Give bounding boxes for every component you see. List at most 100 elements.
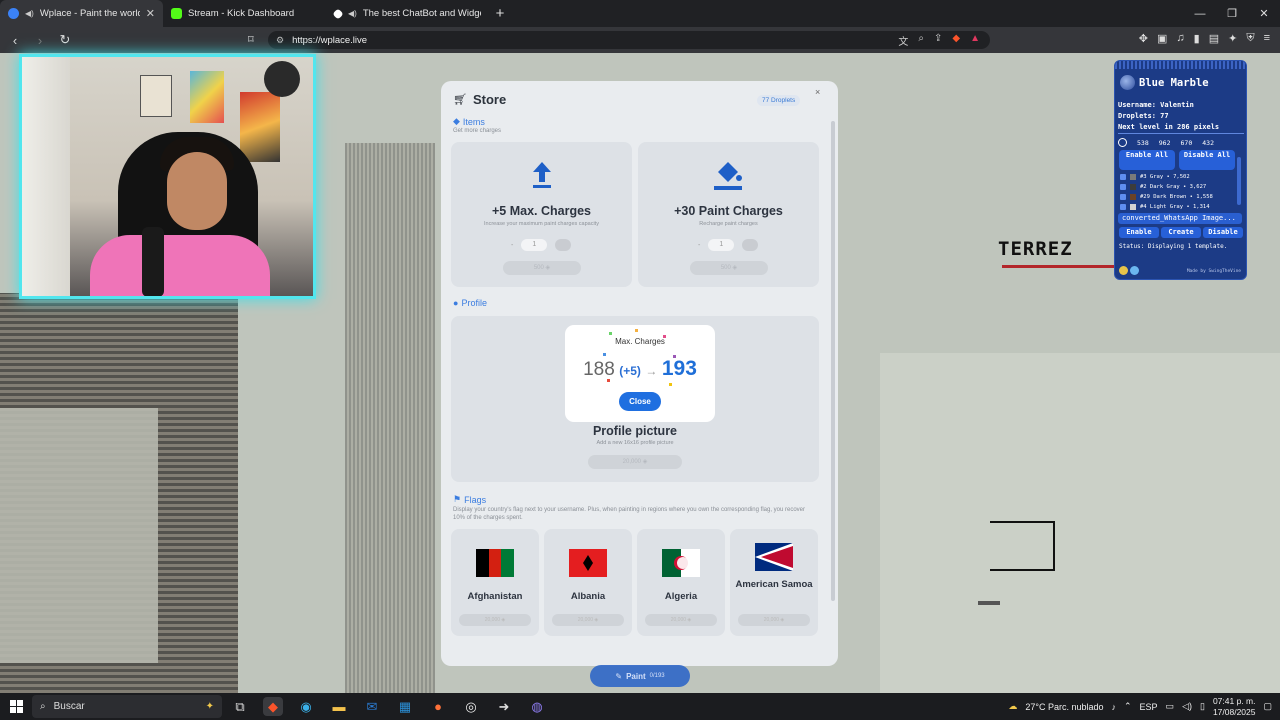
- minimize-panel-icon[interactable]: [1119, 266, 1128, 275]
- coord-pixel-x[interactable]: 670: [1181, 139, 1193, 147]
- obs-icon[interactable]: ◎: [461, 697, 481, 716]
- new-tab-button[interactable]: +: [489, 3, 511, 25]
- brave-shield-icon[interactable]: ◆: [952, 33, 960, 48]
- restore-icon[interactable]: ❐: [1216, 0, 1248, 27]
- firefox-icon[interactable]: ●: [428, 697, 448, 716]
- color-row[interactable]: #29 Dark Brown • 1,558: [1120, 194, 1213, 200]
- store-close-icon[interactable]: ×: [815, 87, 820, 97]
- translate-icon[interactable]: 文: [898, 33, 908, 48]
- close-tab-icon[interactable]: ✕: [146, 7, 155, 20]
- coord-tile-y[interactable]: 962: [1159, 139, 1171, 147]
- enable-all-button[interactable]: Enable All: [1119, 150, 1175, 170]
- minimize-icon[interactable]: —: [1184, 0, 1216, 27]
- bm-create-button[interactable]: Create: [1161, 227, 1201, 238]
- notifications-icon[interactable]: ▢: [1263, 701, 1272, 712]
- leo-icon[interactable]: ✦: [1228, 32, 1237, 45]
- tray-chevron-icon[interactable]: ⌃: [1124, 701, 1132, 712]
- outlook-icon[interactable]: ✉: [362, 697, 382, 716]
- color-list-scrollbar[interactable]: [1237, 157, 1241, 205]
- mic-icon[interactable]: ♪: [1111, 702, 1116, 712]
- coord-tile-x[interactable]: 538: [1137, 139, 1149, 147]
- qty-value[interactable]: 1: [521, 239, 548, 251]
- weather-icon[interactable]: ☁: [1008, 701, 1017, 712]
- checkbox[interactable]: [1120, 204, 1126, 210]
- tab-wplace[interactable]: ◀) Wplace - Paint the world ✕: [0, 0, 163, 27]
- webcam-poster: [240, 92, 280, 162]
- brave-browser-icon[interactable]: ◆: [263, 697, 283, 716]
- speaker-icon[interactable]: ◀): [348, 9, 357, 18]
- screenshot-icon[interactable]: ▣: [1157, 32, 1167, 45]
- site-info-icon[interactable]: ⚙: [276, 35, 284, 46]
- url-bar[interactable]: ⚙ https://wplace.live 文 ⌕ ⇪ ◆ ▲: [268, 31, 990, 49]
- color-row[interactable]: #3 Gray • 7,502: [1120, 174, 1190, 180]
- buy-flag-button[interactable]: 20,000 ◈: [552, 614, 624, 626]
- brave-rewards-icon[interactable]: ▲: [970, 33, 980, 48]
- clock[interactable]: 07:41 p. m. 17/08/2025: [1213, 696, 1256, 718]
- plus-button[interactable]: [742, 239, 759, 251]
- reload-icon[interactable]: ↻: [55, 30, 75, 50]
- droplets-badge: 77 Droplets: [757, 95, 801, 106]
- disable-all-button[interactable]: Disable All: [1179, 150, 1235, 170]
- clock-date: 17/08/2025: [1212, 706, 1256, 717]
- paint-charges-stepper[interactable]: - 1: [698, 239, 759, 251]
- popup-close-button[interactable]: Close: [619, 392, 661, 411]
- taskbar-search[interactable]: ⌕ Buscar ✦: [32, 695, 222, 718]
- template-file-input[interactable]: converted_WhatsApp Image...: [1118, 213, 1242, 224]
- zoom-icon[interactable]: ⌕: [918, 33, 924, 48]
- qty-value[interactable]: 1: [708, 239, 735, 251]
- back-icon[interactable]: ‹: [5, 30, 25, 50]
- language-indicator[interactable]: ESP: [1140, 702, 1158, 712]
- speaker-icon[interactable]: ◀): [25, 9, 34, 18]
- buy-flag-button[interactable]: 20,000 ◈: [459, 614, 531, 626]
- coord-pixel-y[interactable]: 432: [1202, 139, 1214, 147]
- panel-drag-bar[interactable]: [1115, 61, 1246, 69]
- checkbox[interactable]: [1120, 174, 1126, 180]
- window-close-icon[interactable]: ✕: [1248, 0, 1280, 27]
- checkbox[interactable]: [1120, 184, 1126, 190]
- minus-icon[interactable]: -: [698, 242, 700, 249]
- buy-flag-button[interactable]: 20,000 ◈: [738, 614, 810, 626]
- buy-profile-picture-button[interactable]: 20,000 ◈: [588, 455, 682, 469]
- person-icon: ●: [453, 298, 459, 308]
- file-explorer-icon[interactable]: ▬: [329, 697, 349, 716]
- max-charges-stepper[interactable]: - 1: [511, 239, 572, 251]
- bm-disable-button[interactable]: Disable: [1203, 227, 1243, 238]
- wallet-icon[interactable]: ▤: [1209, 32, 1219, 45]
- bookmark-icon[interactable]: ⌑: [248, 33, 254, 46]
- scrollbar[interactable]: [831, 121, 835, 601]
- app-arrow-icon[interactable]: ➜: [494, 697, 514, 716]
- color-row[interactable]: #2 Dark Gray • 3,627: [1120, 184, 1206, 190]
- color-row[interactable]: #4 Light Gray • 1,314: [1120, 204, 1210, 210]
- paint-button[interactable]: ✎ Paint 0/193: [590, 665, 690, 687]
- media-icon[interactable]: ♫: [1176, 32, 1184, 45]
- confetti: [669, 383, 672, 386]
- vpn-icon[interactable]: ⛨: [1246, 32, 1254, 45]
- edge-icon[interactable]: ◉: [296, 697, 316, 716]
- discord-app-icon[interactable]: ◍: [527, 697, 547, 716]
- bm-enable-button[interactable]: Enable: [1119, 227, 1159, 238]
- menu-icon[interactable]: ≡: [1264, 32, 1270, 45]
- task-view-icon[interactable]: ⧉: [230, 697, 250, 716]
- globe-icon[interactable]: [1130, 266, 1139, 275]
- battery-icon[interactable]: ▯: [1200, 701, 1205, 712]
- windows-start-icon[interactable]: [0, 693, 32, 720]
- buy-max-charges-button[interactable]: 500 ◈: [503, 261, 581, 275]
- checkbox[interactable]: [1120, 194, 1126, 200]
- divider: [1118, 133, 1244, 134]
- minus-icon[interactable]: -: [511, 242, 513, 249]
- network-icon[interactable]: ▭: [1166, 701, 1175, 712]
- forward-icon[interactable]: ›: [30, 30, 50, 50]
- share-icon[interactable]: ⇪: [934, 33, 942, 48]
- pin-icon[interactable]: [1118, 138, 1127, 147]
- plus-button[interactable]: [555, 239, 572, 251]
- store-app-icon[interactable]: ▦: [395, 697, 415, 716]
- buy-flag-button[interactable]: 20,000 ◈: [645, 614, 717, 626]
- tab-kick[interactable]: Stream - Kick Dashboard: [163, 0, 326, 27]
- pixel-art-light: [0, 408, 158, 663]
- volume-icon[interactable]: ◁): [1182, 701, 1192, 712]
- weather-text[interactable]: 27°C Parc. nublado: [1025, 702, 1103, 712]
- buy-paint-charges-button[interactable]: 500 ◈: [690, 261, 768, 275]
- sidebar-icon[interactable]: ▮: [1194, 32, 1200, 45]
- extensions-icon[interactable]: ✥: [1139, 32, 1148, 45]
- tab-chatbot[interactable]: ◀) The best ChatBot and Widgets fo: [326, 0, 489, 27]
